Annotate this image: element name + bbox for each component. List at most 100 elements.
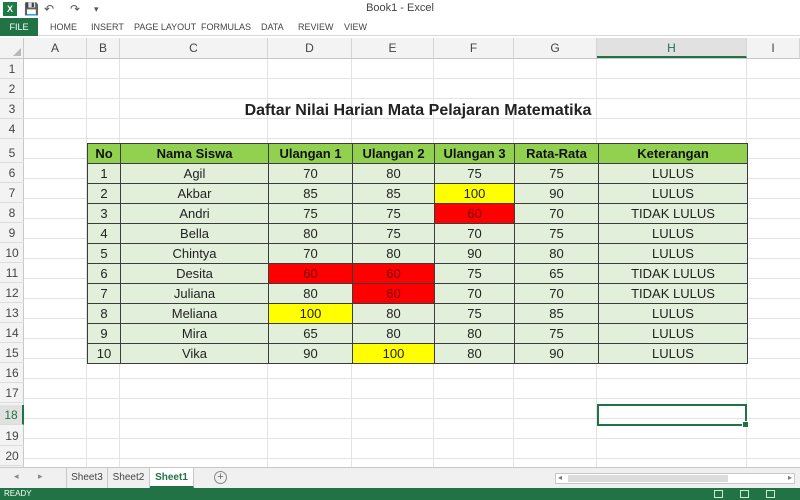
row-header[interactable]: 15 (0, 343, 24, 363)
row-header[interactable]: 19 (0, 426, 24, 446)
table-cell[interactable]: 90 (514, 343, 599, 364)
table-cell[interactable]: 75 (514, 323, 599, 344)
table-cell[interactable]: 8 (87, 303, 121, 324)
sheet-title-cell[interactable]: Daftar Nilai Harian Mata Pelajaran Matem… (120, 100, 716, 122)
row-header[interactable]: 11 (0, 263, 24, 283)
row-header[interactable]: 8 (0, 203, 24, 223)
table-cell[interactable]: 75 (352, 223, 435, 244)
column-header-g[interactable]: G (514, 38, 597, 58)
table-cell[interactable]: 75 (434, 303, 515, 324)
tab-home[interactable]: HOME (50, 18, 77, 36)
column-title[interactable]: Ulangan 2 (352, 143, 435, 164)
table-cell[interactable]: 80 (434, 323, 515, 344)
table-cell[interactable]: 100 (268, 303, 353, 324)
table-cell[interactable]: 4 (87, 223, 121, 244)
table-cell[interactable]: LULUS (598, 343, 748, 364)
table-cell[interactable]: 3 (87, 203, 121, 224)
table-cell[interactable]: 90 (514, 183, 599, 204)
table-cell[interactable]: LULUS (598, 303, 748, 324)
table-cell[interactable]: 75 (514, 163, 599, 184)
table-cell[interactable]: 80 (514, 243, 599, 264)
row-header[interactable]: 5 (0, 143, 24, 163)
normal-view-icon[interactable] (714, 490, 723, 498)
table-cell[interactable]: 60 (268, 263, 353, 284)
column-header-b[interactable]: B (87, 38, 120, 58)
table-cell[interactable]: 60 (352, 263, 435, 284)
table-cell[interactable]: 70 (268, 163, 353, 184)
sheet-tab-sheet3[interactable]: Sheet3 (66, 468, 108, 488)
tab-page-layout[interactable]: PAGE LAYOUT (134, 18, 196, 36)
table-cell[interactable]: Bella (120, 223, 269, 244)
table-cell[interactable]: 70 (268, 243, 353, 264)
column-title[interactable]: No (87, 143, 121, 164)
table-cell[interactable]: 85 (268, 183, 353, 204)
table-cell[interactable]: LULUS (598, 163, 748, 184)
row-header[interactable]: 14 (0, 323, 24, 343)
table-cell[interactable]: 70 (434, 223, 515, 244)
table-cell[interactable]: LULUS (598, 183, 748, 204)
row-header[interactable]: 1 (0, 59, 24, 79)
column-header-a[interactable]: A (24, 38, 87, 58)
table-cell[interactable]: Desita (120, 263, 269, 284)
table-cell[interactable]: 80 (352, 323, 435, 344)
table-cell[interactable]: 80 (352, 243, 435, 264)
table-cell[interactable]: TIDAK LULUS (598, 203, 748, 224)
table-cell[interactable]: 80 (352, 163, 435, 184)
table-cell[interactable]: LULUS (598, 323, 748, 344)
scrollbar-thumb[interactable] (568, 475, 728, 482)
table-cell[interactable]: Agil (120, 163, 269, 184)
table-cell[interactable]: 5 (87, 243, 121, 264)
page-layout-view-icon[interactable] (740, 490, 749, 498)
table-cell[interactable]: 6 (87, 263, 121, 284)
table-cell[interactable]: 7 (87, 283, 121, 304)
table-cell[interactable]: 2 (87, 183, 121, 204)
table-cell[interactable]: LULUS (598, 223, 748, 244)
table-cell[interactable]: 75 (352, 203, 435, 224)
table-cell[interactable]: Mira (120, 323, 269, 344)
table-cell[interactable]: 100 (352, 343, 435, 364)
table-cell[interactable]: 70 (514, 203, 599, 224)
row-header[interactable]: 7 (0, 183, 24, 203)
table-cell[interactable]: 80 (352, 303, 435, 324)
active-cell-h18[interactable] (597, 404, 749, 428)
table-cell[interactable]: 75 (268, 203, 353, 224)
tab-view[interactable]: VIEW (344, 18, 367, 36)
table-cell[interactable]: 75 (434, 163, 515, 184)
table-cell[interactable]: 85 (514, 303, 599, 324)
tab-data[interactable]: DATA (261, 18, 284, 36)
column-header-i[interactable]: I (747, 38, 800, 58)
row-header[interactable]: 4 (0, 119, 24, 139)
table-cell[interactable]: Meliana (120, 303, 269, 324)
sheet-tab-sheet1[interactable]: Sheet1 (150, 468, 194, 488)
tab-file[interactable]: FILE (0, 18, 38, 36)
column-title[interactable]: Ulangan 1 (268, 143, 353, 164)
table-cell[interactable]: Vika (120, 343, 269, 364)
row-header[interactable]: 20 (0, 446, 24, 466)
sheet-tab-sheet2[interactable]: Sheet2 (108, 468, 150, 488)
scroll-tabs-right-icon[interactable]: ▸ (38, 471, 43, 482)
row-header[interactable]: 9 (0, 223, 24, 243)
page-break-view-icon[interactable] (766, 490, 775, 498)
column-header-d[interactable]: D (268, 38, 352, 58)
table-cell[interactable]: 75 (514, 223, 599, 244)
table-cell[interactable]: 100 (434, 183, 515, 204)
row-header[interactable]: 17 (0, 383, 24, 403)
column-header-e[interactable]: E (352, 38, 434, 58)
tab-insert[interactable]: INSERT (91, 18, 124, 36)
row-header[interactable]: 13 (0, 303, 24, 323)
horizontal-scrollbar[interactable]: ◂ ▸ (555, 473, 795, 484)
table-cell[interactable]: 65 (514, 263, 599, 284)
column-header-c[interactable]: C (120, 38, 268, 58)
tab-formulas[interactable]: FORMULAS (201, 18, 251, 36)
table-cell[interactable]: 70 (514, 283, 599, 304)
table-cell[interactable]: TIDAK LULUS (598, 263, 748, 284)
add-sheet-icon[interactable]: + (214, 471, 227, 484)
table-cell[interactable]: 60 (434, 203, 515, 224)
column-title[interactable]: Ulangan 3 (434, 143, 515, 164)
tab-review[interactable]: REVIEW (298, 18, 334, 36)
column-title[interactable]: Nama Siswa (120, 143, 269, 164)
scroll-tabs-left-icon[interactable]: ◂ (14, 471, 19, 482)
table-cell[interactable]: 80 (268, 283, 353, 304)
column-header-h[interactable]: H (597, 38, 747, 58)
table-cell[interactable]: 10 (87, 343, 121, 364)
